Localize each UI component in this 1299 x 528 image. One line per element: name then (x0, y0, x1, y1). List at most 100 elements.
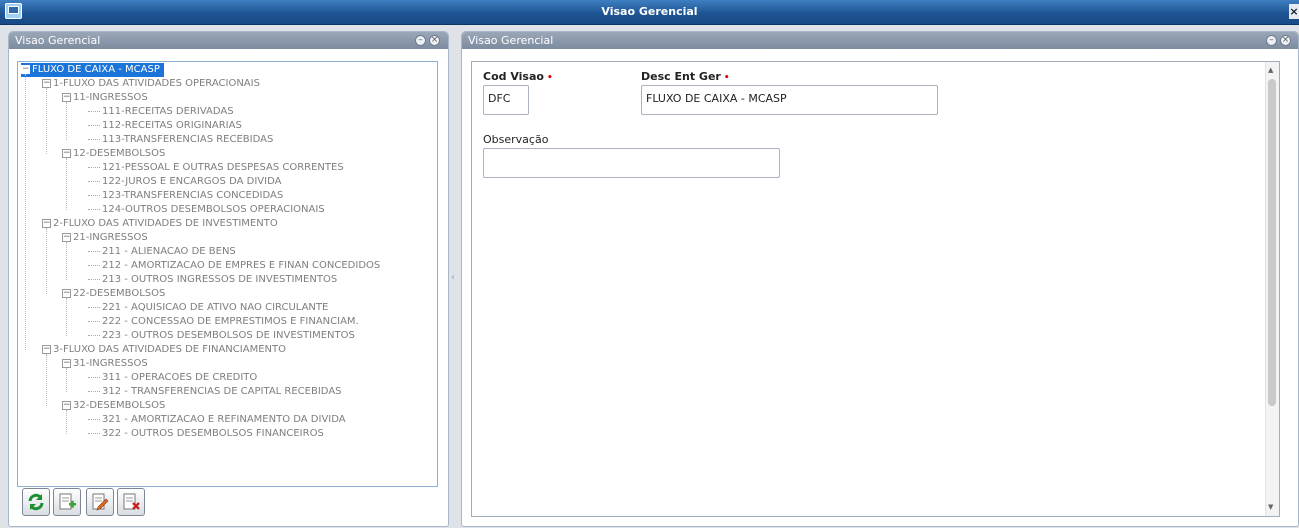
tree-item-label: 2-FLUXO DAS ATIVIDADES DE INVESTIMENTO (53, 218, 278, 229)
tree-view[interactable]: − FLUXO DE CAIXA - MCASP −1-FLUXO DAS ATIV… (17, 61, 438, 487)
tree-leaf-item[interactable]: 312 - TRANSFERENCIAS DE CAPITAL RECEBIDA… (88, 385, 342, 399)
tree-item-label: 123-TRANSFERENCIAS CONCEDIDAS (102, 190, 284, 201)
minimize-icon[interactable]: – (415, 35, 426, 46)
tree-node-item[interactable]: −21-INGRESSOS (62, 231, 148, 245)
collapse-icon[interactable]: − (21, 64, 30, 74)
scroll-up-icon[interactable]: ▲ (1268, 66, 1273, 74)
edit-record-button[interactable] (86, 488, 114, 516)
collapse-icon[interactable]: − (42, 218, 51, 228)
collapse-icon[interactable]: − (62, 400, 71, 410)
tree-item-label: 21-INGRESSOS (73, 232, 148, 243)
tree-leaf-item[interactable]: 321 - AMORTIZACAO E REFINAMENTO DA DIVID… (88, 413, 346, 427)
tree-connector (88, 180, 100, 182)
tree-item-label: 222 - CONCESSAO DE EMPRESTIMOS E FINANCI… (102, 316, 359, 327)
window-titlebar: Visao Gerencial × (0, 0, 1299, 25)
splitter-handle-icon[interactable]: ‹ (451, 272, 457, 284)
delete-record-button[interactable] (117, 488, 145, 516)
tree-connector (88, 264, 100, 266)
close-panel-icon[interactable]: × (429, 35, 440, 46)
tree-item-label: 124-OUTROS DESEMBOLSOS OPERACIONAIS (102, 204, 325, 215)
tree-leaf-item[interactable]: 113-TRANSFERENCIAS RECEBIDAS (88, 133, 273, 147)
tree-leaf-item[interactable]: 212 - AMORTIZACAO DE EMPRES E FINAN CONC… (88, 259, 380, 273)
tree-leaf-item[interactable]: 122-JUROS E ENCARGOS DA DIVIDA (88, 175, 281, 189)
delete-record-icon (123, 493, 140, 510)
form-panel-header: Visao Gerencial – × (462, 32, 1298, 49)
collapse-icon[interactable]: − (62, 232, 71, 242)
tree-node-item[interactable]: −12-DESEMBOLSOS (62, 147, 165, 161)
tree-connector (88, 320, 100, 322)
tree-connector (88, 124, 100, 126)
tree-leaf-item[interactable]: 123-TRANSFERENCIAS CONCEDIDAS (88, 189, 283, 203)
tree-leaf-item[interactable]: 211 - ALIENACAO DE BENS (88, 245, 236, 259)
collapse-icon[interactable]: − (62, 358, 71, 368)
tree-item-label: 311 - OPERACOES DE CREDITO (102, 372, 258, 383)
tree-node-item[interactable]: −2-FLUXO DAS ATIVIDADES DE INVESTIMENTO (42, 217, 278, 231)
tree-item-label: 322 - OUTROS DESEMBOLSOS FINANCEIROS (102, 428, 324, 439)
tree-connector (25, 74, 26, 350)
tree-item-label: 3-FLUXO DAS ATIVIDADES DE FINANCIAMENTO (53, 344, 286, 355)
window-title: Visao Gerencial (601, 5, 698, 18)
tree-item-label: 221 - AQUISICAO DE ATIVO NAO CIRCULANTE (102, 302, 329, 313)
tree-leaf-item[interactable]: 322 - OUTROS DESEMBOLSOS FINANCEIROS (88, 427, 324, 441)
tree-item-label: 22-DESEMBOLSOS (73, 288, 166, 299)
form-area: Cod Visao • DFC Desc Ent Ger • FLUXO DE CA… (471, 61, 1280, 517)
tree-node-item[interactable]: −11-INGRESSOS (62, 91, 148, 105)
close-panel-icon[interactable]: × (1280, 35, 1291, 46)
tree-connector (66, 158, 67, 210)
required-marker: • (546, 73, 553, 83)
tree-item-label: 321 - AMORTIZACAO E REFINAMENTO DA DIVID… (102, 414, 346, 425)
tree-item-label: 11-INGRESSOS (73, 92, 148, 103)
collapse-icon[interactable]: − (62, 288, 71, 298)
tree-item-label: 211 - ALIENACAO DE BENS (102, 246, 236, 257)
tree-connector (88, 208, 100, 210)
tree-connector (88, 432, 100, 434)
cod-visao-input[interactable]: DFC (483, 85, 529, 115)
observacao-label: Observação (483, 133, 549, 146)
add-record-button[interactable] (53, 488, 81, 516)
tree-connector (88, 306, 100, 308)
tree-connector (66, 410, 67, 434)
tree-connector (66, 242, 67, 280)
refresh-button[interactable] (22, 488, 50, 516)
tree-connector (66, 102, 67, 140)
tree-leaf-item[interactable]: 213 - OUTROS INGRESSOS DE INVESTIMENTOS (88, 273, 337, 287)
window-close-icon[interactable]: × (1289, 4, 1299, 19)
tree-connector (88, 278, 100, 280)
tree-item-label: FLUXO DE CAIXA - MCASP (32, 64, 160, 75)
desc-ent-ger-input[interactable]: FLUXO DE CAIXA - MCASP (641, 85, 938, 115)
refresh-icon (28, 493, 44, 511)
collapse-icon[interactable]: − (62, 92, 71, 102)
tree-connector (46, 88, 47, 154)
tree-connector (66, 368, 67, 392)
observacao-input[interactable] (483, 148, 780, 178)
tree-leaf-item[interactable]: 121-PESSOAL E OUTRAS DESPESAS CORRENTES (88, 161, 344, 175)
form-panel: Visao Gerencial – × Cod Visao • DFC Desc … (461, 31, 1299, 527)
minimize-icon[interactable]: – (1266, 35, 1277, 46)
tree-leaf-item[interactable]: 124-OUTROS DESEMBOLSOS OPERACIONAIS (88, 203, 325, 217)
tree-node-item[interactable]: −22-DESEMBOLSOS (62, 287, 165, 301)
tree-node-item[interactable]: −31-INGRESSOS (62, 357, 148, 371)
tree-leaf-item[interactable]: 223 - OUTROS DESEMBOLSOS DE INVESTIMENTO… (88, 329, 355, 343)
tree-node-item[interactable]: −1-FLUXO DAS ATIVIDADES OPERACIONAIS (42, 77, 260, 91)
tree-panel-title: Visao Gerencial (15, 34, 101, 47)
scroll-thumb[interactable] (1268, 79, 1276, 406)
vertical-scrollbar[interactable]: ▲ ▼ (1265, 62, 1279, 516)
tree-node-item[interactable]: −3-FLUXO DAS ATIVIDADES DE FINANCIAMENTO (42, 343, 286, 357)
tree-item-label: 113-TRANSFERENCIAS RECEBIDAS (102, 134, 274, 145)
tree-leaf-item[interactable]: 112-RECEITAS ORIGINARIAS (88, 119, 242, 133)
tree-panel: Visao Gerencial – × − FLUXO DE CAIXA - MC… (8, 31, 449, 527)
tree-item-label: 312 - TRANSFERENCIAS DE CAPITAL RECEBIDA… (102, 386, 342, 397)
tree-node-item[interactable]: −32-DESEMBOLSOS (62, 399, 165, 413)
tree-leaf-item[interactable]: 111-RECEITAS DERIVADAS (88, 105, 234, 119)
tree-connector (88, 418, 100, 420)
collapse-icon[interactable]: − (42, 344, 51, 354)
tree-leaf-item[interactable]: 311 - OPERACOES DE CREDITO (88, 371, 257, 385)
tree-leaf-item[interactable]: 221 - AQUISICAO DE ATIVO NAO CIRCULANTE (88, 301, 328, 315)
collapse-icon[interactable]: − (62, 148, 71, 158)
collapse-icon[interactable]: − (42, 78, 51, 88)
tree-node-item[interactable]: − FLUXO DE CAIXA - MCASP (21, 63, 164, 77)
scroll-down-icon[interactable]: ▼ (1268, 503, 1273, 511)
tree-connector (88, 194, 100, 196)
tree-leaf-item[interactable]: 222 - CONCESSAO DE EMPRESTIMOS E FINANCI… (88, 315, 359, 329)
tree-connector (88, 334, 100, 336)
